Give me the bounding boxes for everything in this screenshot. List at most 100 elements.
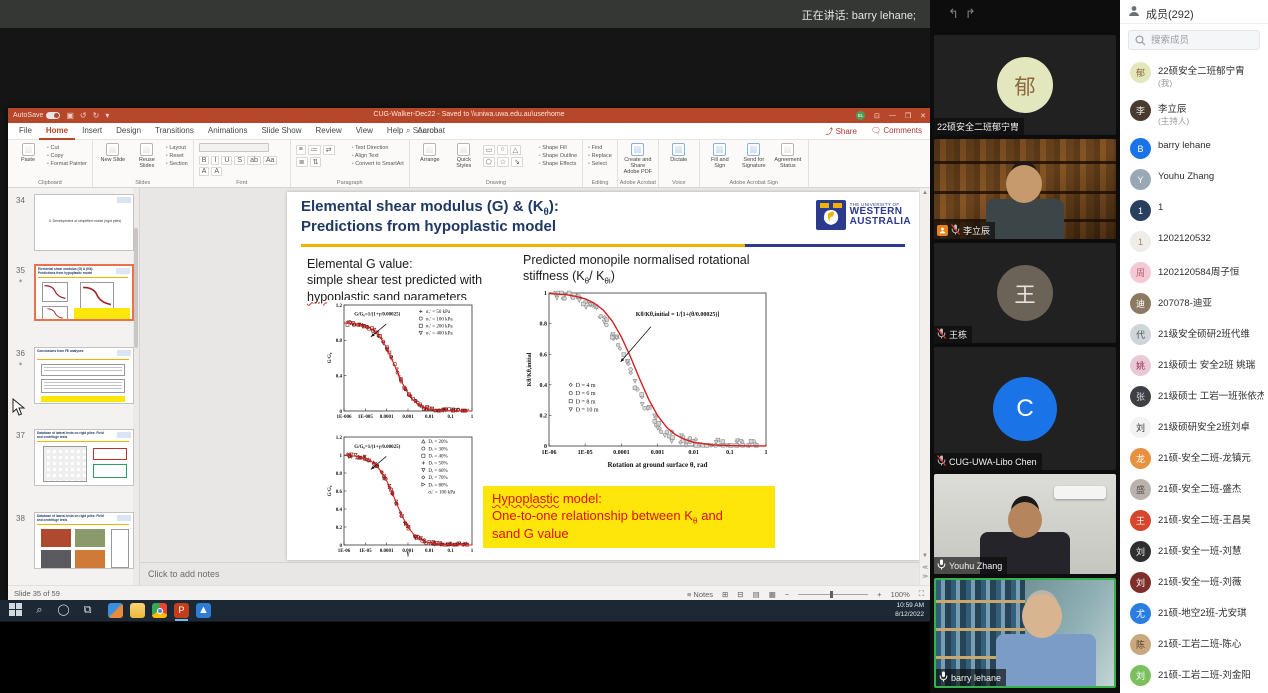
member-row[interactable]: 11202120532: [1120, 227, 1268, 258]
shape-button[interactable]: ⬠: [483, 157, 495, 167]
ribbon-button-dictate[interactable]: Dictate: [664, 143, 694, 163]
cortana-icon[interactable]: ◯: [56, 603, 71, 618]
scroll-up-icon[interactable]: ▲: [922, 190, 928, 196]
menu-tab-view[interactable]: View: [349, 123, 380, 140]
shape-button[interactable]: ≣: [296, 157, 308, 167]
ribbon-button-paste[interactable]: Paste: [13, 143, 43, 163]
ribbon-button-send-for-signature[interactable]: Send for Signature: [739, 143, 769, 169]
slide-thumbnail-36[interactable]: Conclusions from FE analyses: [34, 347, 134, 404]
view-normal-icon[interactable]: ⊞: [722, 590, 728, 599]
member-row[interactable]: 11: [1120, 196, 1268, 227]
member-row[interactable]: 李李立辰(主持人): [1120, 96, 1268, 134]
start-button[interactable]: [8, 603, 23, 618]
ribbon-button-shape-effects[interactable]: Shape Effects: [539, 161, 577, 167]
member-row[interactable]: 龙21硕-安全二班-龙镇元: [1120, 444, 1268, 475]
menu-tab-slide-show[interactable]: Slide Show: [254, 123, 308, 140]
font-button-I[interactable]: I: [211, 156, 219, 165]
meeting-arrows-icon[interactable]: ↰↱: [948, 6, 982, 22]
ribbon-button-fill-and-sign[interactable]: Fill and Sign: [705, 143, 735, 169]
font-button-A[interactable]: A: [199, 167, 210, 176]
ribbon-button-create-and-share-adobe-pdf[interactable]: Create and Share Adobe PDF: [623, 143, 653, 175]
taskbar-search-icon[interactable]: ⌕: [32, 603, 47, 618]
app-icon-chrome[interactable]: [152, 603, 167, 618]
share-button[interactable]: ⤴ Share: [825, 126, 857, 137]
ribbon-options-icon[interactable]: ⊡: [874, 112, 880, 120]
shape-button[interactable]: ⇅: [310, 157, 322, 167]
shape-button[interactable]: ○: [497, 145, 507, 155]
font-button-S[interactable]: S: [234, 156, 245, 165]
member-row[interactable]: 周1202120584周子恒: [1120, 258, 1268, 289]
slide-thumbnail-34[interactable]: 4. Development of simplified model (rigi…: [34, 194, 134, 251]
shape-button[interactable]: ⇄: [323, 145, 335, 155]
ribbon-button-shape-outline[interactable]: Shape Outline: [539, 153, 577, 159]
member-row[interactable]: 姚21级硕士 安全2班 姚瑞: [1120, 351, 1268, 382]
menu-tab-home[interactable]: Home: [39, 123, 75, 140]
zoom-out-icon[interactable]: −: [785, 590, 789, 599]
member-row[interactable]: 刘21级硕研安全2班刘卓: [1120, 413, 1268, 444]
user-avatar[interactable]: BL: [856, 111, 865, 120]
notes-toggle-button[interactable]: ≡ Notes: [687, 590, 713, 599]
view-slideshow-icon[interactable]: ▦: [769, 590, 776, 599]
menu-tab-insert[interactable]: Insert: [75, 123, 109, 140]
scroll-down-icon[interactable]: ▼: [922, 553, 928, 559]
font-button-B[interactable]: B: [199, 156, 210, 165]
member-row[interactable]: 刘21硕-安全一班-刘慧: [1120, 537, 1268, 568]
ribbon-button-reuse-slides[interactable]: Reuse Slides: [132, 143, 162, 169]
member-row[interactable]: YYouhu Zhang: [1120, 165, 1268, 196]
video-tile-4[interactable]: CCUG-UWA-Libo Chen: [934, 347, 1116, 470]
shape-button[interactable]: ☆: [497, 157, 509, 167]
shape-button[interactable]: ⇘: [511, 157, 523, 167]
member-row[interactable]: 迪207078-迪亚: [1120, 289, 1268, 320]
member-row[interactable]: Bbarry lehane: [1120, 134, 1268, 165]
slide-scrollbar[interactable]: ▲ ▼ ≪≫: [919, 188, 930, 585]
font-button-ab[interactable]: ab: [247, 156, 261, 165]
member-list[interactable]: 郁22硕安全二班郁宁胄(我)李李立辰(主持人)Bbarry lehaneYYou…: [1120, 58, 1268, 693]
member-row[interactable]: 刘21硕-安全一班-刘薇: [1120, 568, 1268, 599]
app-icon-file-explorer[interactable]: [130, 603, 145, 618]
ribbon-button-replace[interactable]: Replace: [588, 153, 612, 159]
shape-button[interactable]: △: [510, 145, 521, 155]
slide-thumbnail-panel[interactable]: 344. Development of simplified model (ri…: [8, 188, 140, 585]
ribbon-button-new-slide[interactable]: New Slide: [98, 143, 128, 163]
current-slide[interactable]: Elemental shear modulus (G) & (Kθ): Pred…: [287, 192, 919, 560]
close-button[interactable]: ✕: [920, 112, 926, 120]
menu-tab-design[interactable]: Design: [109, 123, 148, 140]
ribbon-button-cut[interactable]: Cut: [47, 145, 87, 151]
zoom-in-icon[interactable]: +: [877, 590, 881, 599]
search-menu[interactable]: ⌕ Search: [406, 126, 438, 136]
zoom-level[interactable]: 100%: [891, 590, 910, 599]
font-button-A[interactable]: A: [211, 167, 222, 176]
menu-tab-animations[interactable]: Animations: [201, 123, 255, 140]
taskbar-clock[interactable]: 10:59 AM 8/12/2022: [895, 602, 924, 619]
ribbon-button-arrange[interactable]: Arrange: [415, 143, 445, 163]
ribbon-button-copy[interactable]: Copy: [47, 153, 87, 159]
member-row[interactable]: 郁22硕安全二班郁宁胄(我): [1120, 58, 1268, 96]
member-row[interactable]: 张21级硕士 工岩一班张依杰: [1120, 382, 1268, 413]
menu-tab-file[interactable]: File: [12, 123, 39, 140]
app-icon-tencent[interactable]: [108, 603, 123, 618]
member-row[interactable]: 刘21硕-工岩二班-刘金阳: [1120, 661, 1268, 692]
video-tile-2[interactable]: 李立辰: [934, 139, 1116, 239]
member-row[interactable]: 陈21硕-工岩二班-陈心: [1120, 630, 1268, 661]
zoom-slider[interactable]: [798, 594, 868, 595]
font-button-Aa[interactable]: Aa: [263, 156, 278, 165]
menu-tab-transitions[interactable]: Transitions: [148, 123, 201, 140]
ribbon-button-align-text[interactable]: Align Text: [352, 153, 404, 159]
member-row[interactable]: 盛21硕-安全二班-盛杰: [1120, 475, 1268, 506]
slide-thumbnail-37[interactable]: Database of lateral tests on rigid piles…: [34, 429, 134, 486]
ribbon-button-convert-to-smartart[interactable]: Convert to SmartArt: [352, 161, 404, 167]
view-sorter-icon[interactable]: ⊟: [737, 590, 743, 599]
member-row[interactable]: 代21级安全硕研2班代维: [1120, 320, 1268, 351]
prev-next-slide-buttons[interactable]: ≪≫: [922, 564, 928, 581]
fit-to-window-icon[interactable]: ⛶: [919, 589, 924, 599]
slide-thumbnail-38[interactable]: Database of lateral tests on rigid piles…: [34, 512, 134, 569]
notes-pane[interactable]: Click to add notes: [140, 562, 919, 585]
shape-button[interactable]: ≔: [308, 145, 321, 155]
video-tile-5[interactable]: >Youhu Zhang: [934, 474, 1116, 574]
ribbon-button-quick-styles[interactable]: Quick Styles: [449, 143, 479, 169]
shape-button[interactable]: ≡: [296, 145, 306, 155]
minimize-button[interactable]: —: [889, 112, 896, 119]
video-tile-3[interactable]: 王王栋: [934, 243, 1116, 343]
view-reading-icon[interactable]: ▤: [753, 590, 760, 599]
app-icon-voov[interactable]: ▲: [196, 603, 211, 618]
